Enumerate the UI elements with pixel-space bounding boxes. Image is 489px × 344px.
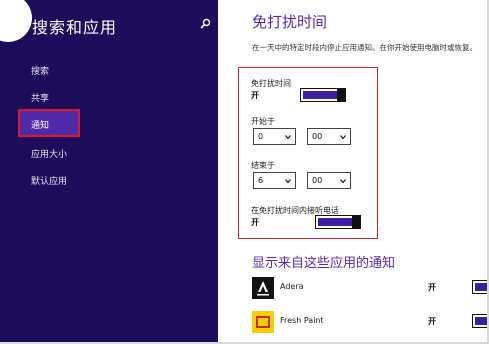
chevron-down-icon (285, 135, 291, 140)
start-hour-value: 0 (258, 132, 264, 141)
apps-notifications-title: 显示来自这些应用的通知 (252, 256, 396, 271)
search-icon[interactable] (199, 18, 211, 30)
calls-toggle-state: 开 (251, 218, 259, 227)
chevron-down-icon (340, 179, 346, 184)
app-name: Adera (280, 282, 304, 291)
toggle-track (318, 218, 352, 226)
app-row-adera: Adera 开 (252, 277, 489, 301)
quiet-hours-toggle-state: 开 (251, 91, 259, 100)
settings-content: 免打扰时间 在一天中的特定时段内停止应用通知。在你开始使用电脑时或恢复。 免打扰… (218, 0, 489, 344)
end-hour-select[interactable]: 6 (253, 172, 296, 189)
sidebar-title: 搜索和应用 (32, 18, 118, 37)
quiet-hours-toggle[interactable] (300, 87, 346, 102)
app-state: 开 (428, 283, 436, 292)
quiet-hours-toggle-label: 免打扰时间 (251, 79, 291, 88)
sidebar-item-app-sizes[interactable]: 应用大小 (31, 147, 67, 160)
end-minute-value: 00 (312, 176, 323, 185)
adera-app-icon (252, 277, 274, 299)
sidebar-item-share[interactable]: 共享 (31, 91, 49, 104)
back-button[interactable] (0, 0, 32, 42)
toggle-track (303, 91, 337, 99)
sidebar-item-search[interactable]: 搜索 (31, 64, 49, 77)
calls-toggle[interactable] (315, 214, 361, 229)
toggle-thumb (337, 87, 346, 102)
end-time-label: 结束于 (251, 161, 275, 170)
start-hour-select[interactable]: 0 (253, 128, 296, 145)
fresh-paint-app-icon (252, 311, 274, 333)
sidebar-item-label: 通知 (31, 121, 50, 131)
start-minute-value: 00 (312, 132, 323, 141)
toggle-thumb (352, 214, 361, 229)
chevron-down-icon (285, 179, 291, 184)
sidebar-item-notifications[interactable]: 通知 (18, 109, 80, 137)
settings-sidebar: 搜索和应用 搜索 共享 通知 应用大小 默认应用 (0, 0, 218, 344)
quiet-hours-description: 在一天中的特定时段内停止应用通知。在你开始使用电脑时或恢复。 (252, 43, 477, 52)
quiet-hours-settings-group: 免打扰时间 开 开始于 0 00 结束于 6 00 在免打扰时间内接听电话 开 (238, 67, 378, 239)
chevron-down-icon (340, 135, 346, 140)
sidebar-item-default-apps[interactable]: 默认应用 (31, 174, 67, 187)
start-minute-select[interactable]: 00 (307, 128, 351, 145)
quiet-hours-title: 免打扰时间 (252, 13, 328, 31)
end-hour-value: 6 (258, 176, 264, 185)
app-row-fresh-paint: Fresh Paint 开 (252, 311, 489, 335)
app-state: 开 (428, 317, 436, 326)
app-name: Fresh Paint (280, 316, 324, 325)
end-minute-select[interactable]: 00 (307, 172, 351, 189)
start-time-label: 开始于 (251, 117, 275, 126)
